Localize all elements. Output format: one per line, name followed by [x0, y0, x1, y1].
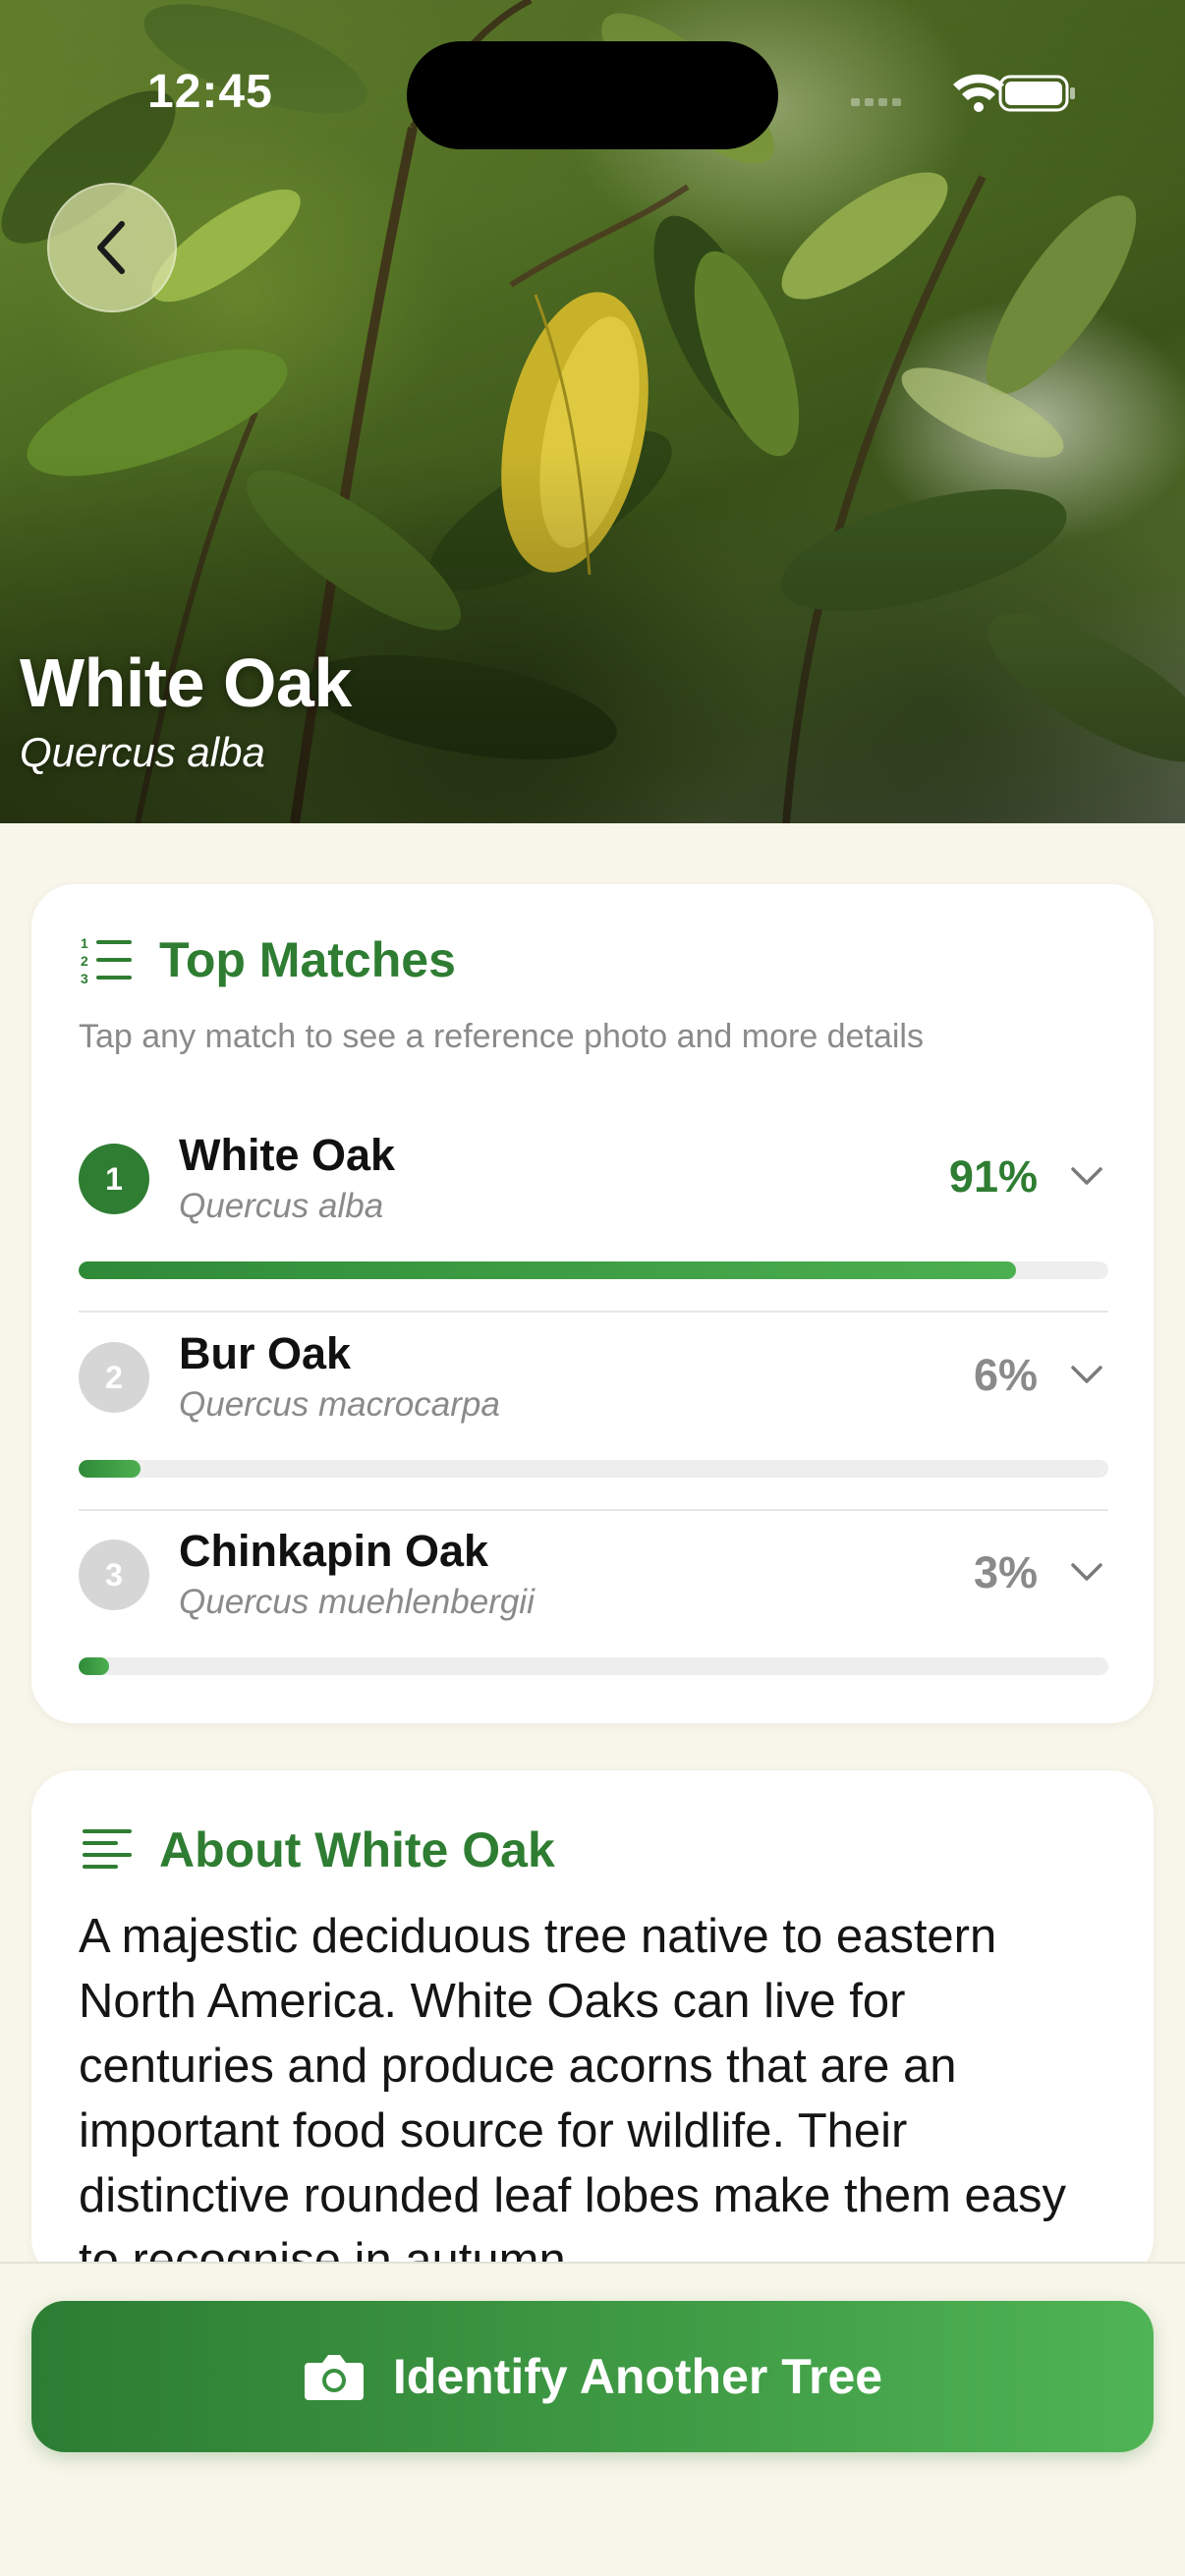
about-title: About White Oak	[159, 1822, 555, 1877]
confidence-bar-track	[79, 1657, 1108, 1675]
chevron-down-icon[interactable]	[1069, 1561, 1104, 1585]
about-description: A majestic deciduous tree native to east…	[79, 1910, 1067, 2281]
match-item[interactable]: 2 Bur Oak Quercus macrocarpa 6%	[79, 1313, 1108, 1511]
match-confidence: 3%	[973, 1547, 1038, 1597]
match-confidence: 91%	[948, 1151, 1038, 1202]
svg-text:3: 3	[81, 971, 88, 986]
svg-text:1: 1	[81, 935, 88, 951]
match-item[interactable]: 3 Chinkapin Oak Quercus muehlenbergii 3%	[79, 1510, 1108, 1707]
confidence-bar-fill	[79, 1261, 1016, 1279]
match-rank-badge: 3	[79, 1540, 149, 1610]
about-card: About White Oak A majestic deciduous tre…	[31, 1770, 1154, 2281]
match-name: Chinkapin Oak	[179, 1526, 489, 1576]
match-scientific-name: Quercus muehlenbergii	[179, 1583, 535, 1621]
confidence-bar-track	[79, 1460, 1108, 1478]
wifi-icon	[953, 74, 1004, 112]
match-name: White Oak	[179, 1130, 396, 1180]
status-icons	[851, 74, 1075, 112]
battery-icon	[998, 75, 1075, 112]
back-button[interactable]	[47, 183, 177, 312]
status-time: 12:45	[147, 66, 273, 118]
match-item[interactable]: 1 White Oak Quercus alba 91%	[79, 1114, 1108, 1313]
match-scientific-name: Quercus macrocarpa	[179, 1385, 500, 1424]
dynamic-island	[407, 41, 778, 149]
confidence-bar-fill	[79, 1657, 110, 1675]
bottom-action-bar: Identify Another Tree	[0, 2262, 1185, 2576]
match-rank-badge: 1	[79, 1144, 149, 1214]
camera-icon	[304, 2355, 364, 2400]
top-matches-card: 1 2 3 Top Matches Tap any match to see a…	[31, 884, 1154, 1723]
match-rank-badge: 2	[79, 1342, 149, 1413]
tree-common-name: White Oak	[20, 644, 352, 721]
text-lines-icon	[83, 1829, 132, 1869]
match-scientific-name: Quercus alba	[179, 1187, 384, 1225]
top-matches-header: 1 2 3 Top Matches	[79, 931, 456, 988]
top-matches-hint: Tap any match to see a reference photo a…	[79, 1018, 924, 1055]
hero-image: 12:45 White Oak Quercus alba	[0, 0, 1185, 823]
numbered-list-icon: 1 2 3	[81, 935, 132, 986]
confidence-bar-fill	[79, 1460, 141, 1478]
svg-text:2: 2	[81, 953, 88, 969]
about-header: About White Oak	[79, 1821, 555, 1878]
match-name: Bur Oak	[179, 1328, 352, 1378]
chevron-left-icon	[97, 221, 125, 274]
identify-another-tree-button[interactable]: Identify Another Tree	[31, 2301, 1154, 2452]
match-confidence: 6%	[973, 1350, 1038, 1400]
top-matches-title: Top Matches	[159, 932, 456, 987]
chevron-down-icon[interactable]	[1069, 1364, 1104, 1387]
tree-scientific-name: Quercus alba	[20, 729, 265, 775]
chevron-down-icon[interactable]	[1069, 1165, 1104, 1189]
confidence-bar-track	[79, 1261, 1108, 1279]
cellular-signal-icon	[851, 98, 901, 106]
identify-another-tree-label: Identify Another Tree	[392, 2349, 883, 2404]
